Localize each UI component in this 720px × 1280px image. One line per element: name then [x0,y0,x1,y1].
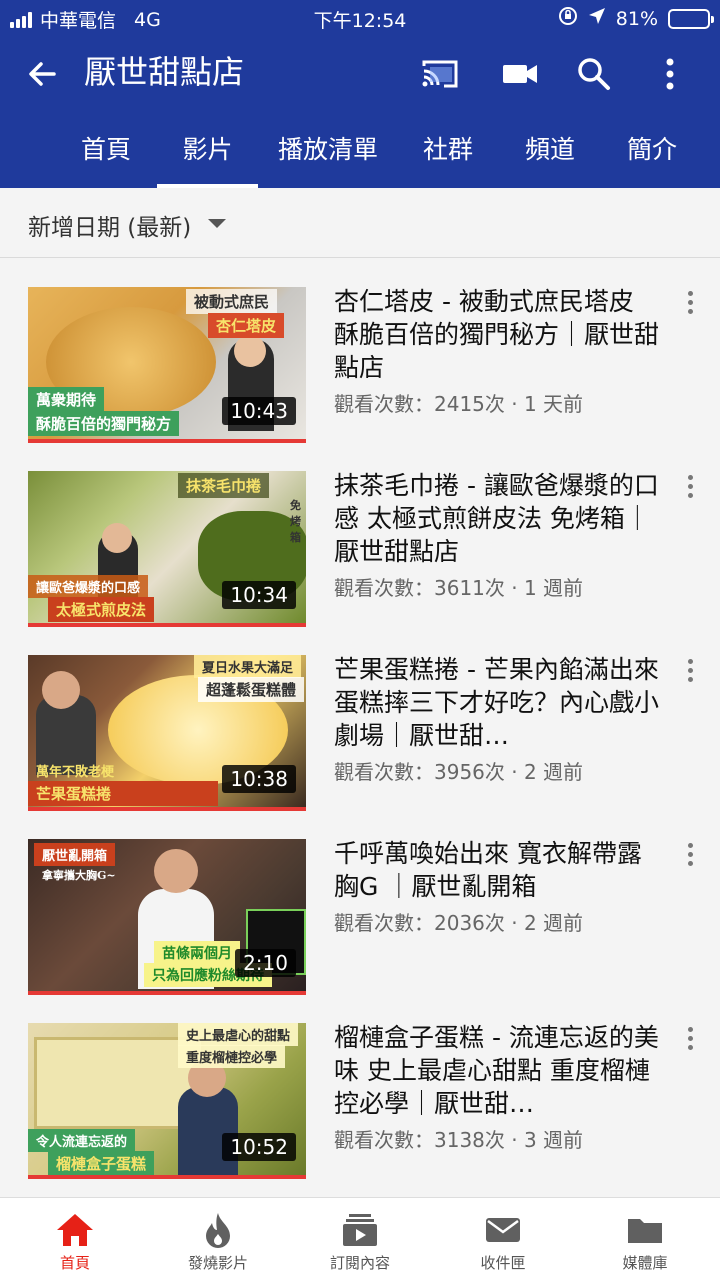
nav-subscriptions-label: 訂閱內容 [329,1254,390,1272]
video-duration: 10:52 [222,1133,296,1161]
video-title[interactable]: 杏仁塔皮 - 被動式庶民塔皮 酥脆百倍的獨門秘方｜厭世甜點店 [334,285,664,384]
channel-tabs: 首頁 影片 播放清單 社群 頻道 簡介 [0,112,720,188]
video-duration: 2:10 [235,949,296,977]
video-duration: 10:43 [222,397,296,425]
more-vert-icon[interactable] [684,843,696,869]
thumbnail-caption: 萬年不敗老梗 [36,765,115,780]
video-item[interactable]: 被動式庶民 杏仁塔皮 萬衆期待 酥脆百倍的獨門秘方 10:43 杏仁塔皮 - 被… [0,259,720,443]
video-thumbnail[interactable]: 厭世亂開箱 拿寧攜大胸G~ 苗條兩個月 只為回應粉絲期待 2:10 [28,839,306,995]
battery-percent: 81% [615,7,658,30]
status-bar: 中華電信 4G 下午12:54 81% [0,0,720,36]
back-arrow-icon[interactable] [22,54,62,94]
nav-inbox-label: 收件匣 [480,1254,526,1272]
more-vert-icon[interactable] [684,1027,696,1053]
video-item[interactable]: 夏日水果大滿足 超蓬鬆蛋糕體 萬年不敗老梗 芒果蛋糕捲 10:38 芒果蛋糕捲 … [0,627,720,811]
thumbnail-caption: 太極式煎皮法 [48,597,155,622]
sort-label: 新增日期 (最新) [28,215,192,241]
thumbnail-caption: 令人流連忘返的 [28,1129,136,1152]
thumbnail-caption: 苗條兩個月 [154,941,240,965]
bottom-navigation: 首頁 發燒影片 訂閱內容 收件匣 媒體庫 [0,1197,720,1280]
thumbnail-caption: 厭世亂開箱 [34,843,116,866]
video-camera-icon[interactable] [500,54,540,94]
video-thumbnail[interactable]: 夏日水果大滿足 超蓬鬆蛋糕體 萬年不敗老梗 芒果蛋糕捲 10:38 [28,655,306,811]
rotation-lock-icon [558,6,578,31]
nav-subscriptions[interactable]: 訂閱內容 [288,1198,432,1280]
location-icon [588,7,606,30]
search-icon[interactable] [574,54,614,94]
tab-channels[interactable]: 頻道 [516,112,584,188]
thumbnail-caption: 芒果蛋糕捲 [28,781,218,806]
video-thumbnail[interactable]: 被動式庶民 杏仁塔皮 萬衆期待 酥脆百倍的獨門秘方 10:43 [28,287,306,443]
video-duration: 10:34 [222,581,296,609]
tab-community[interactable]: 社群 [414,112,482,188]
video-meta: 觀看次數：2415次 · 1 天前 [334,392,584,416]
video-title[interactable]: 芒果蛋糕捲 - 芒果內餡滿出來 蛋糕摔三下才好吃？內心戲小劇場｜厭世甜… [334,653,664,752]
thumbnail-caption: 重度榴槤控必學 [178,1045,286,1068]
video-title[interactable]: 抹茶毛巾捲 - 讓歐爸爆漿的口感 太極式煎餅皮法 免烤箱｜厭世甜點店 [334,469,664,568]
thumbnail-caption: 拿寧攜大胸G~ [42,869,116,882]
thumbnail-caption: 榴槤盒子蛋糕 [48,1151,155,1175]
thumbnail-caption: 讓歐爸爆漿的口感 [28,575,149,598]
dropdown-arrow-icon [208,219,226,228]
thumbnail-caption: 酥脆百倍的獨門秘方 [28,411,180,436]
flame-icon [206,1213,230,1248]
app-bar: 厭世甜點店 [0,36,720,112]
video-title[interactable]: 榴槤盒子蛋糕 - 流連忘返的美味 史上最虐心甜點 重度榴槤控必學｜厭世甜… [334,1021,664,1120]
more-vert-icon[interactable] [684,475,696,501]
video-meta: 觀看次數：3611次 · 1 週前 [334,576,584,600]
thumbnail-caption: 杏仁塔皮 [208,313,285,338]
nav-library[interactable]: 媒體庫 [573,1198,717,1280]
tab-videos[interactable]: 影片 [157,112,258,188]
sort-dropdown[interactable]: 新增日期 (最新) [0,188,720,258]
thumbnail-caption: 抹茶毛巾捲 [178,473,270,498]
thumbnail-caption: 被動式庶民 [186,289,278,314]
video-duration: 10:38 [222,765,296,793]
nav-trending-label: 發燒影片 [187,1254,248,1272]
more-options-icon[interactable] [650,54,690,94]
more-vert-icon[interactable] [684,659,696,685]
thumbnail-caption: 史上最虐心的甜點 [178,1023,299,1046]
thumbnail-caption: 超蓬鬆蛋糕體 [198,677,305,702]
video-thumbnail[interactable]: 抹茶毛巾捲 免烤箱 讓歐爸爆漿的口感 太極式煎皮法 10:34 [28,471,306,627]
nav-library-label: 媒體庫 [622,1254,668,1272]
nav-home[interactable]: 首頁 [3,1198,147,1280]
tab-playlists[interactable]: 播放清單 [272,112,384,188]
nav-trending[interactable]: 發燒影片 [146,1198,290,1280]
video-list: 被動式庶民 杏仁塔皮 萬衆期待 酥脆百倍的獨門秘方 10:43 杏仁塔皮 - 被… [0,259,720,1197]
cast-icon[interactable] [420,54,460,94]
video-item[interactable]: 史上最虐心的甜點 重度榴槤控必學 令人流連忘返的 榴槤盒子蛋糕 10:52 榴槤… [0,995,720,1179]
nav-home-label: 首頁 [59,1254,90,1272]
mail-icon [486,1218,520,1242]
subscriptions-icon [343,1214,377,1246]
video-meta: 觀看次數：2036次 · 2 週前 [334,911,584,935]
video-thumbnail[interactable]: 史上最虐心的甜點 重度榴槤控必學 令人流連忘返的 榴槤盒子蛋糕 10:52 [28,1023,306,1179]
thumbnail-caption: 夏日水果大滿足 [194,655,302,678]
video-title[interactable]: 千呼萬喚始出來 寬衣解帶露胸G ｜厭世亂開箱 [334,837,664,903]
video-meta: 觀看次數：3138次 · 3 週前 [334,1128,584,1152]
more-vert-icon[interactable] [684,291,696,317]
video-item[interactable]: 厭世亂開箱 拿寧攜大胸G~ 苗條兩個月 只為回應粉絲期待 2:10 千呼萬喚始出… [0,811,720,995]
home-icon [57,1214,93,1246]
thumbnail-caption: 萬衆期待 [28,387,105,412]
folder-icon [628,1219,662,1243]
tab-about[interactable]: 簡介 [618,112,686,188]
video-meta: 觀看次數：3956次 · 2 週前 [334,760,584,784]
channel-title: 厭世甜點店 [84,53,245,91]
battery-icon [668,8,714,29]
tab-home[interactable]: 首頁 [72,112,140,188]
nav-inbox[interactable]: 收件匣 [431,1198,575,1280]
video-item[interactable]: 抹茶毛巾捲 免烤箱 讓歐爸爆漿的口感 太極式煎皮法 10:34 抹茶毛巾捲 - … [0,443,720,627]
thumbnail-caption: 免烤箱 [290,499,301,544]
